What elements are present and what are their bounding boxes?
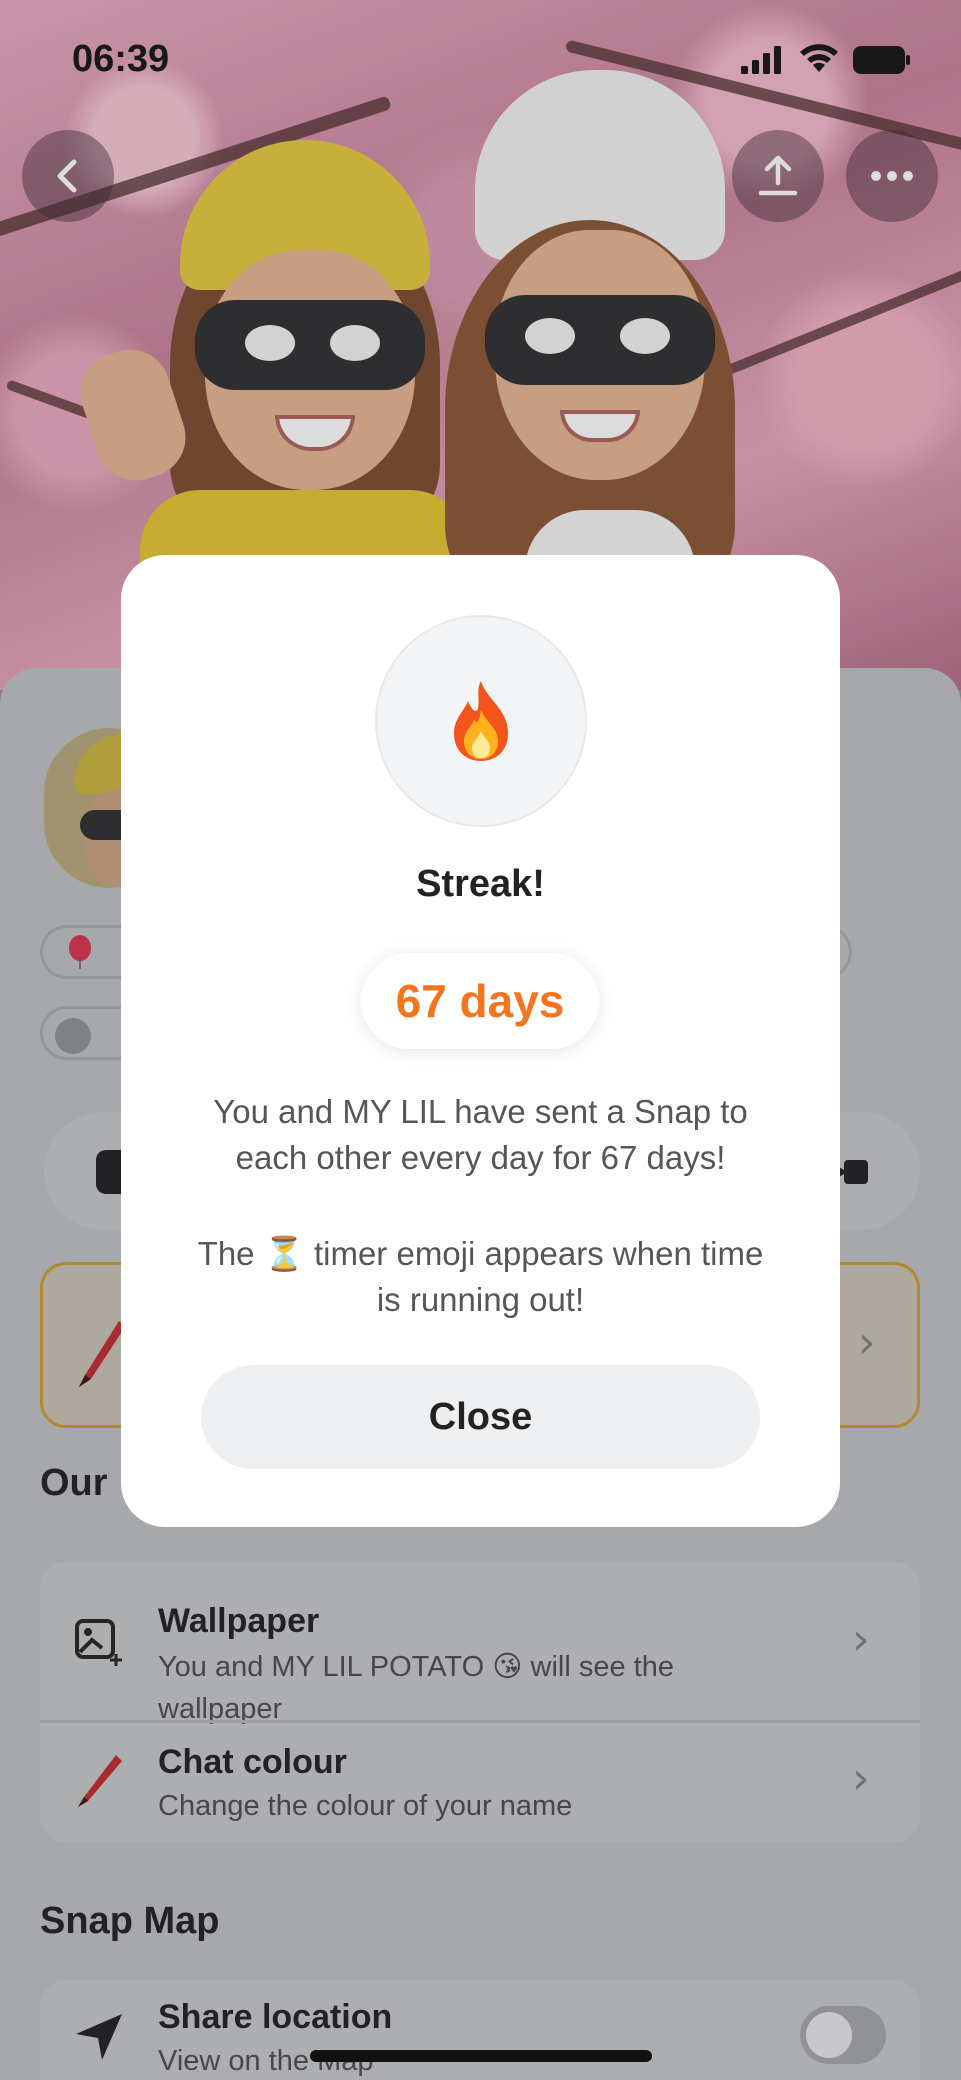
chevron-right-icon: ›: [852, 1614, 870, 1665]
more-icon: [871, 171, 913, 181]
back-button[interactable]: [22, 130, 114, 222]
close-button[interactable]: Close: [201, 1365, 760, 1469]
chevron-right-icon: ›: [852, 1753, 870, 1804]
wallpaper-title: Wallpaper: [158, 1602, 320, 1640]
streak-message-line2: each other every day for 67 days!: [235, 1139, 726, 1176]
video-icon[interactable]: [834, 1152, 874, 1192]
modal-title: Streak!: [416, 863, 545, 905]
share-location-row[interactable]: Share location View on the Map: [40, 1980, 920, 2080]
chevron-right-icon: ›: [858, 1317, 876, 1368]
toggle-knob: [806, 2012, 852, 2058]
battery-icon: [853, 46, 910, 74]
more-button[interactable]: [846, 130, 938, 222]
wallpaper-row[interactable]: Wallpaper You and MY LIL POTATO 😘 will s…: [40, 1562, 920, 1725]
chat-settings-card: Wallpaper You and MY LIL POTATO 😘 will s…: [40, 1562, 920, 1842]
section-our-title: Our: [40, 1462, 108, 1504]
wallpaper-sub-line1: You and MY LIL POTATO 😘 will see the: [158, 1651, 674, 1683]
streak-days-badge: 67 days: [361, 953, 599, 1049]
share-button[interactable]: [732, 130, 824, 222]
share-location-toggle[interactable]: [800, 2006, 886, 2064]
streak-message-line1: You and MY LIL have sent a Snap to: [213, 1093, 748, 1130]
share-icon: [758, 155, 798, 196]
section-snap-map-title: Snap Map: [40, 1900, 220, 1942]
chat-colour-title: Chat colour: [158, 1743, 347, 1781]
wifi-icon: [800, 44, 838, 72]
chat-colour-row[interactable]: Chat colour Change the colour of your na…: [40, 1723, 920, 1842]
timer-message-line1: The ⏳ timer emoji appears when time: [197, 1235, 764, 1272]
zodiac-icon: [55, 1018, 91, 1054]
back-icon: [57, 159, 77, 193]
crayon-icon: [78, 1755, 122, 1807]
share-location-title: Share location: [158, 1998, 393, 2036]
balloon-icon: [69, 935, 91, 969]
status-time: 06:39: [72, 38, 170, 80]
location-arrow-icon: [76, 2014, 122, 2060]
streak-modal: Streak! 67 days You and MY LIL have sent…: [121, 555, 840, 1527]
timer-message-line2: is running out!: [376, 1281, 585, 1318]
signal-icon: [741, 46, 781, 74]
status-icons: [741, 44, 911, 74]
home-indicator[interactable]: [310, 2050, 652, 2062]
flame-badge: [375, 615, 587, 827]
chat-colour-sub: Change the colour of your name: [158, 1790, 573, 1822]
wallpaper-icon: [75, 1619, 122, 1666]
flame-icon: [454, 681, 508, 761]
